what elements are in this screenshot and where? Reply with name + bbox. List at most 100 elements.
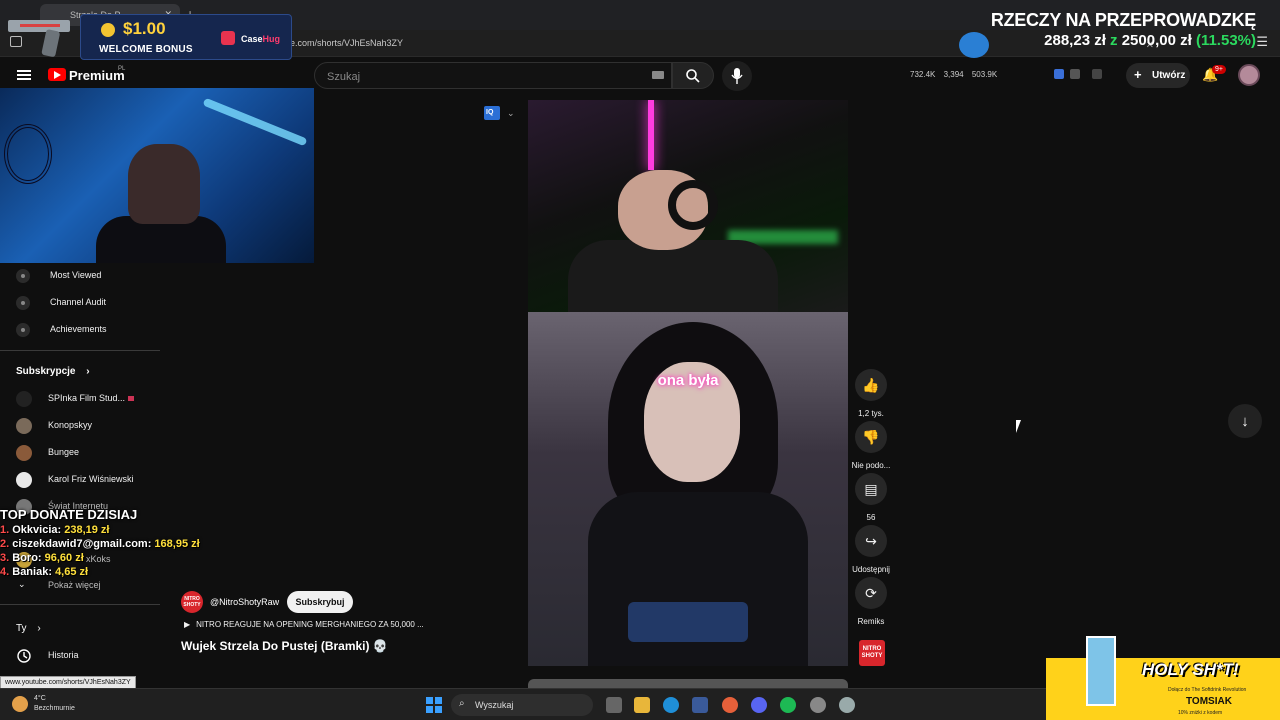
menu-icon[interactable] (17, 70, 31, 80)
plus-icon: + (1134, 67, 1142, 82)
remix-label: Remiks (857, 617, 885, 626)
dislike-label: Nie podo... (851, 461, 891, 470)
logo-text[interactable]: Premium (69, 68, 125, 83)
video-caption: ona była (657, 372, 719, 389)
search-icon: ⌕ (459, 698, 465, 709)
avatar[interactable] (1238, 64, 1260, 86)
views-count-b: 503.9K (971, 70, 998, 79)
search-input[interactable]: Szukaj (314, 62, 672, 89)
shorts-video-player[interactable]: ona była (528, 100, 848, 666)
play-icon: ▶ (184, 620, 191, 629)
promo-discount-text: 10% zniżki z kodem (1178, 710, 1223, 716)
goal-progress-text: 288,23 zł z 2500,00 zł (11.53%) (991, 32, 1256, 49)
like-button[interactable]: 👍 1,2 tys. (850, 369, 892, 418)
channel-logo[interactable]: NITRO SHOTY (859, 640, 885, 666)
casino-brand-a: Case (241, 34, 263, 44)
product-can-graphic (1086, 636, 1116, 706)
file-explorer-icon[interactable] (634, 697, 650, 713)
remix-button[interactable]: ⟳ Remiks (850, 577, 892, 626)
donate-rank: 4. (0, 566, 10, 578)
dislike-button[interactable]: 👎 Nie podo... (850, 421, 892, 470)
sidebar-item-label: Achievements (50, 324, 107, 334)
app-icon[interactable] (810, 697, 826, 713)
voice-search-button[interactable] (722, 61, 752, 91)
subscribe-button[interactable]: Subskrybuj (287, 591, 353, 613)
donate-name: Okkvicia: (12, 524, 62, 536)
edge-icon[interactable] (663, 697, 679, 713)
store-icon[interactable] (692, 697, 708, 713)
search-icon (686, 69, 700, 83)
channel-stats: 732.4K 3,394 503.9K (910, 70, 1003, 79)
share-button[interactable]: ↪ Udostępnij (850, 525, 892, 574)
remix-icon: ⟳ (855, 577, 887, 609)
chevron-down-icon: ⌄ (18, 579, 26, 589)
settings-icon[interactable] (839, 697, 855, 713)
donate-rank: 1. (0, 524, 10, 536)
comment-count: 56 (866, 513, 876, 522)
promo-small-text: Dołącz do The Softdrink Revolution (1168, 687, 1247, 693)
donate-row: 2. ciszekdawid7@gmail.com: 168,95 zł (0, 538, 200, 550)
donate-rank: 2. (0, 538, 10, 550)
discord-icon[interactable] (751, 697, 767, 713)
channel-avatar (16, 472, 32, 488)
you-label: Ty (16, 623, 27, 634)
casino-promo-overlay: $1.00 WELCOME BONUS CaseHug (80, 14, 292, 60)
quality-extension-icon[interactable]: IQ (484, 106, 500, 120)
donate-row: 3. Boro: 96,60 zł (0, 552, 200, 564)
video-title[interactable]: Wujek Strzela Do Pustej (Bramki) 💀 (181, 639, 388, 653)
subscriptions-label: Subskrypcje (16, 366, 76, 377)
create-button[interactable]: + Utwórz (1126, 63, 1190, 88)
next-video-button[interactable]: ↓ (1228, 404, 1262, 438)
goal-title: RZECZY NA PRZEPROWADZKĘ (990, 10, 1256, 30)
create-label: Utwórz (1152, 70, 1186, 81)
neon-light (648, 100, 654, 170)
donate-amount: 4,65 zł (55, 566, 89, 578)
donate-rank: 3. (0, 552, 10, 564)
weather-icon[interactable] (12, 696, 28, 712)
you-heading[interactable]: Ty › (16, 623, 41, 634)
studio-item-icon (16, 269, 30, 283)
studio-item-icon (16, 296, 30, 310)
studio-item-icon (16, 323, 30, 337)
channel-avatar (16, 391, 32, 407)
goal-ball-icon (958, 32, 989, 58)
donate-amount: 168,95 zł (154, 538, 200, 550)
channel-avatar[interactable]: NITRO SHOTY (181, 591, 203, 613)
region-code: PL (118, 66, 126, 72)
sponsor-promo-overlay: HOLY SH*T! Dołącz do The Softdrink Revol… (1046, 636, 1280, 720)
donate-row: 1. Okkvicia: 238,19 zł (0, 524, 200, 536)
goal-current: 288,23 zł (1044, 32, 1106, 49)
comment-icon: ▤ (855, 473, 887, 505)
weather-widget[interactable]: 4°C Bezchmurnie (34, 694, 75, 714)
coin-icon (101, 23, 115, 37)
channel-avatar (16, 445, 32, 461)
channel-handle[interactable]: @NitroShotyRaw (210, 597, 279, 607)
search-button[interactable] (672, 62, 714, 89)
subscriptions-heading[interactable]: Subskrypcje › (16, 366, 90, 377)
chevron-down-icon[interactable]: ⌄ (507, 108, 515, 119)
live-icon (128, 396, 135, 401)
views-count-a: 3,394 (943, 70, 964, 79)
firefox-icon[interactable] (722, 697, 738, 713)
top-donate-overlay: TOP DONATE DZISIAJ 1. Okkvicia: 238,19 z… (0, 507, 200, 578)
promo-headline: HOLY SH*T! (1142, 660, 1239, 679)
keyboard-icon[interactable] (652, 71, 664, 79)
browser-menu-icon[interactable]: ☰ (1256, 34, 1268, 50)
sidebar-divider (0, 350, 160, 351)
comments-button[interactable]: ▤ 56 (850, 473, 892, 522)
chevron-right-icon: › (37, 623, 41, 634)
extension-icon[interactable] (1070, 69, 1080, 79)
youtube-logo-icon[interactable] (48, 68, 66, 81)
windows-start-icon[interactable] (426, 697, 442, 713)
weather-condition: Bezchmurnie (34, 705, 75, 712)
video-bottom-frame (528, 312, 848, 666)
task-view-icon[interactable] (606, 697, 622, 713)
share-label: Udostępnij (852, 565, 890, 574)
url-text[interactable]: e.com/shorts/VJhEsNah3ZY (290, 38, 403, 48)
thumbs-up-icon: 👍 (855, 369, 887, 401)
trophy-icon[interactable] (1092, 69, 1102, 79)
extension-icon[interactable] (1054, 69, 1064, 79)
spotify-icon[interactable] (780, 697, 796, 713)
taskbar-search[interactable]: ⌕ Wyszukaj (451, 694, 593, 716)
playlist-link[interactable]: ▶ NITRO REAGUJE NA OPENING MERGHANIEGO ZA… (184, 620, 424, 629)
